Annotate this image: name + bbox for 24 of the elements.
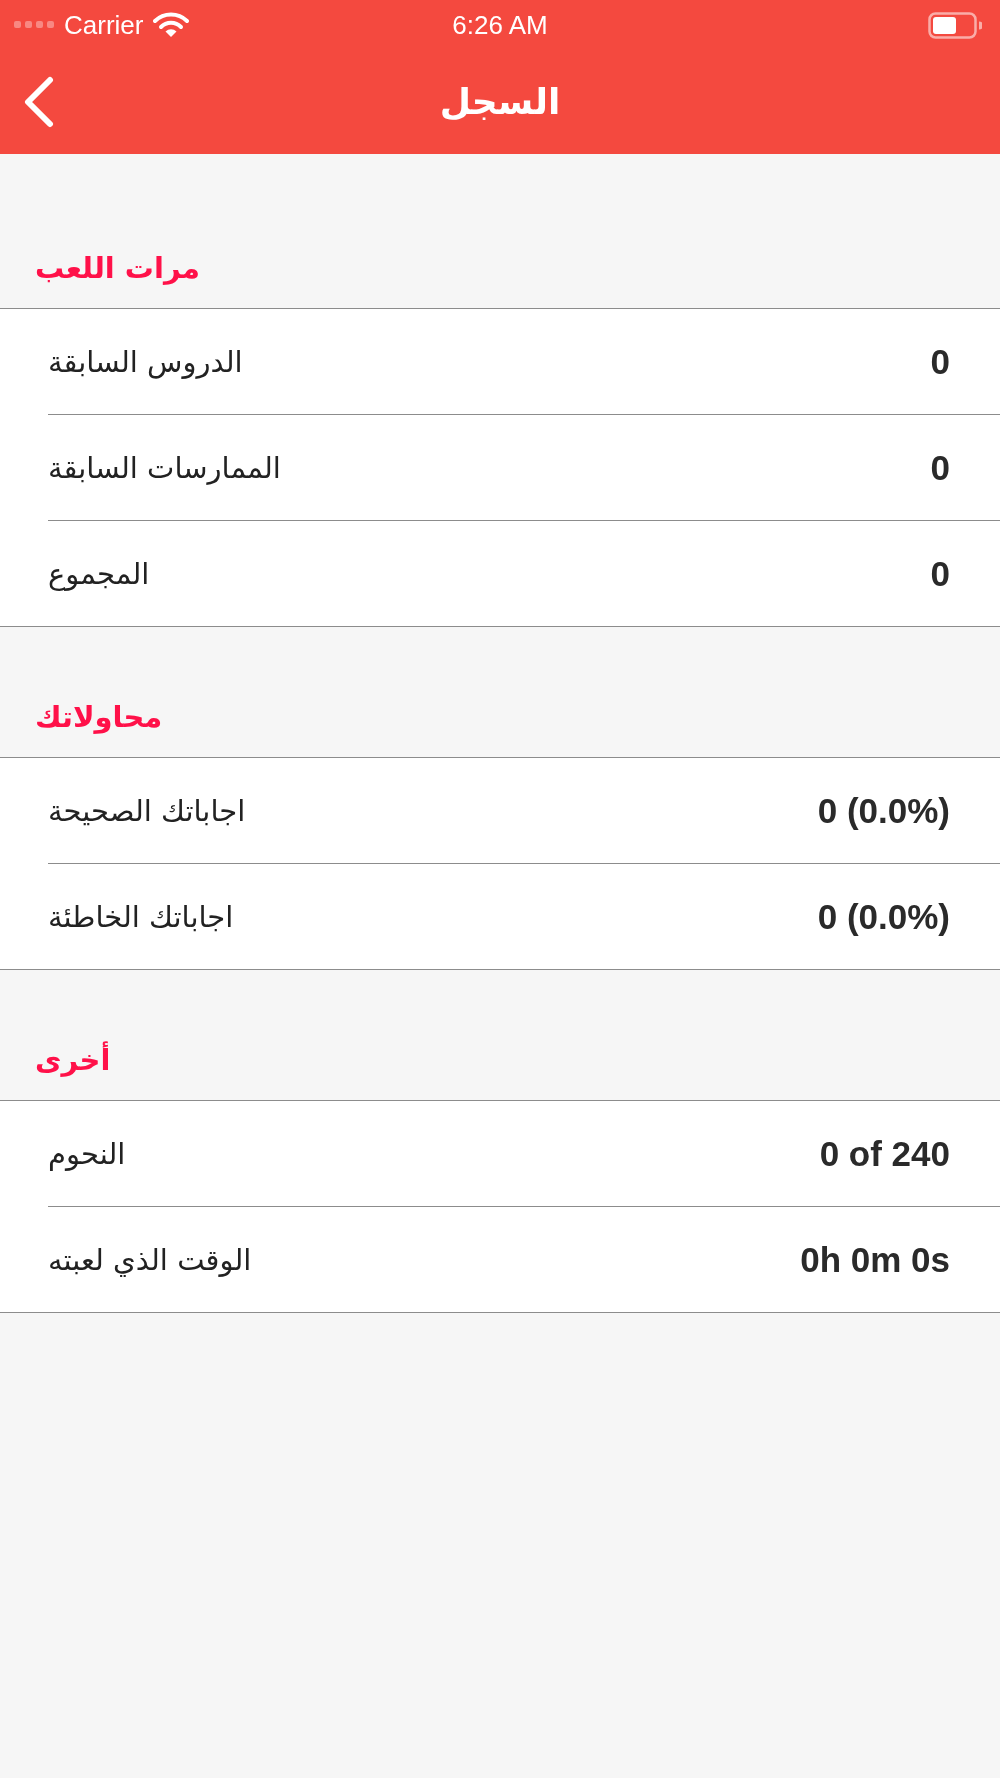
row-label: المجموع <box>48 555 150 593</box>
back-chevron-icon <box>23 76 55 128</box>
row-value: 0 <box>930 446 950 489</box>
row-label: الممارسات السابقة <box>48 449 281 487</box>
section-header: محاولاتك <box>35 699 163 736</box>
row-label: الدروس السابقة <box>48 343 243 381</box>
row-label: اجاباتك الخاطئة <box>48 898 234 936</box>
battery-icon <box>928 11 982 39</box>
wifi-icon <box>153 12 190 38</box>
row-label: اجاباتك الصحيحة <box>48 792 246 830</box>
section-header: مرات اللعب <box>35 250 200 287</box>
page-title: السجل <box>439 80 561 124</box>
row-value: 0 of 240 <box>819 1132 950 1175</box>
row-value: 0 (0.0%) <box>817 895 950 938</box>
row-value: 0 (0.0%) <box>817 789 950 832</box>
signal-icon <box>14 21 54 29</box>
row-label: الوقت الذي لعبته <box>48 1241 252 1279</box>
row-label: النحوم <box>48 1135 126 1173</box>
carrier-name: Carrier <box>64 12 144 38</box>
section-header: أخرى <box>35 1040 111 1079</box>
row-value: 0 <box>930 340 950 383</box>
status-time: 6:26 AM <box>452 12 548 38</box>
row-value: 0h 0m 0s <box>800 1238 950 1281</box>
row-value: 0 <box>930 552 950 595</box>
